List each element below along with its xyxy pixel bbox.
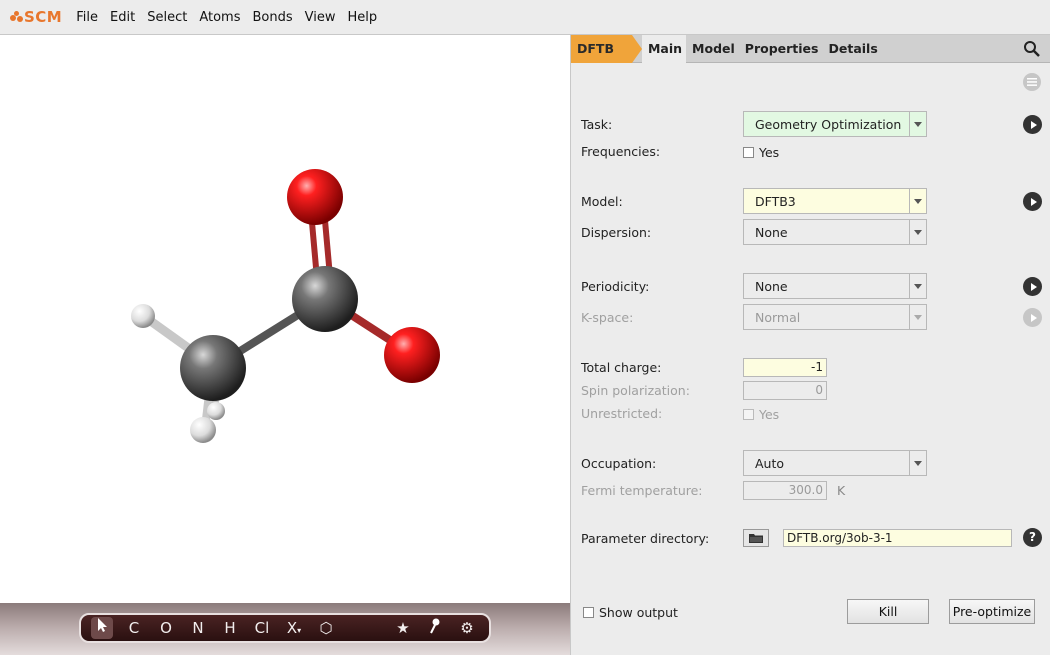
tool-hydrogen[interactable]: H xyxy=(214,619,246,637)
unrestricted-label: Unrestricted: xyxy=(581,406,663,421)
chevron-down-icon xyxy=(909,189,926,213)
occupation-label: Occupation: xyxy=(581,456,657,471)
model-details-arrow-icon[interactable] xyxy=(1023,192,1042,211)
dispersion-select[interactable]: None xyxy=(743,219,927,245)
tab-engine-dftb[interactable]: DFTB xyxy=(571,34,642,63)
atom-toolbar: C O N H Cl X▾ ⬡ ★ ⚙ xyxy=(79,613,491,643)
menu-select[interactable]: Select xyxy=(147,10,187,25)
atom-carbon[interactable] xyxy=(180,335,246,401)
panel-menu-icon[interactable] xyxy=(1023,73,1041,91)
scm-logo: SCM xyxy=(10,8,62,26)
periodicity-label: Periodicity: xyxy=(581,279,650,294)
tab-model[interactable]: Model xyxy=(688,35,739,63)
parameter-directory-label: Parameter directory: xyxy=(581,531,710,546)
fermi-temperature-unit: K xyxy=(837,483,846,498)
atom-oxygen[interactable] xyxy=(287,169,343,225)
chevron-down-icon xyxy=(909,305,926,329)
tool-nitrogen[interactable]: N xyxy=(182,619,214,637)
tool-chlorine[interactable]: Cl xyxy=(246,619,278,637)
settings-panel: DFTB Main Model Properties Details Task:… xyxy=(570,34,1050,655)
menu-atoms[interactable]: Atoms xyxy=(199,10,240,25)
model-label: Model: xyxy=(581,194,623,209)
unrestricted-option: Yes xyxy=(759,407,780,422)
dropdown-small-icon: ▾ xyxy=(297,626,302,635)
frequencies-label: Frequencies: xyxy=(581,144,661,159)
chevron-down-icon xyxy=(909,274,926,298)
tool-other-label: X xyxy=(286,619,298,637)
occupation-select[interactable]: Auto xyxy=(743,450,927,476)
kill-button[interactable]: Kill xyxy=(847,599,929,624)
dispersion-value: None xyxy=(755,224,788,240)
total-charge-label: Total charge: xyxy=(581,360,662,375)
logo-text: SCM xyxy=(24,8,63,26)
menu-help[interactable]: Help xyxy=(347,10,377,25)
periodicity-value: None xyxy=(755,278,788,294)
molecule-viewer[interactable] xyxy=(0,35,570,603)
spin-polarization-input: 0 xyxy=(743,381,827,400)
star-icon[interactable]: ★ xyxy=(387,619,419,637)
atom-hydrogen[interactable] xyxy=(207,402,225,420)
menu-file[interactable]: File xyxy=(76,10,98,25)
logo-dots-icon xyxy=(10,10,24,24)
menu-edit[interactable]: Edit xyxy=(110,10,135,25)
kspace-value: Normal xyxy=(755,309,801,325)
chevron-down-icon xyxy=(909,220,926,244)
tool-other-element[interactable]: X▾ xyxy=(278,619,310,637)
atom-hydrogen[interactable] xyxy=(131,304,155,328)
tab-properties[interactable]: Properties xyxy=(741,35,823,63)
atom-oxygen[interactable] xyxy=(384,327,440,383)
task-label: Task: xyxy=(581,117,613,132)
tab-details[interactable]: Details xyxy=(824,35,881,63)
pointer-icon[interactable] xyxy=(91,617,113,639)
tool-oxygen[interactable]: O xyxy=(150,619,182,637)
hexagon-icon[interactable]: ⬡ xyxy=(310,619,342,637)
periodicity-details-arrow-icon[interactable] xyxy=(1023,277,1042,296)
menu-bonds[interactable]: Bonds xyxy=(252,10,292,25)
gear-icon[interactable]: ⚙ xyxy=(451,619,483,637)
kspace-select: Normal xyxy=(743,304,927,330)
menu-view[interactable]: View xyxy=(305,10,336,25)
tab-main[interactable]: Main xyxy=(641,34,687,63)
spin-polarization-label: Spin polarization: xyxy=(581,383,690,398)
pin-icon[interactable] xyxy=(419,618,451,638)
pre-optimize-button[interactable]: Pre-optimize xyxy=(949,599,1035,624)
kspace-label: K-space: xyxy=(581,310,634,325)
occupation-value: Auto xyxy=(755,455,785,471)
unrestricted-checkbox: Yes xyxy=(743,407,779,422)
model-select[interactable]: DFTB3 xyxy=(743,188,927,214)
atom-carbon[interactable] xyxy=(292,266,358,332)
model-value: DFTB3 xyxy=(755,193,796,209)
folder-icon[interactable] xyxy=(743,529,769,547)
fermi-temperature-input: 300.0 xyxy=(743,481,827,500)
help-icon[interactable]: ? xyxy=(1023,528,1042,547)
tool-carbon[interactable]: C xyxy=(118,619,150,637)
atom-hydrogen[interactable] xyxy=(190,417,216,443)
show-output-label: Show output xyxy=(599,605,678,620)
periodicity-select[interactable]: None xyxy=(743,273,927,299)
chevron-down-icon xyxy=(909,451,926,475)
frequencies-checkbox[interactable]: Yes xyxy=(743,145,779,160)
kspace-details-arrow-icon xyxy=(1023,308,1042,327)
checkbox-box[interactable] xyxy=(583,607,594,618)
chevron-down-icon xyxy=(909,112,926,136)
molecule-canvas[interactable] xyxy=(0,35,570,603)
search-icon[interactable] xyxy=(1023,40,1041,58)
parameter-directory-input[interactable]: DFTB.org/3ob-3-1 xyxy=(783,529,1012,547)
menu-bar: SCM File Edit Select Atoms Bonds View He… xyxy=(0,0,1050,35)
task-details-arrow-icon[interactable] xyxy=(1023,115,1042,134)
total-charge-input[interactable]: -1 xyxy=(743,358,827,377)
dispersion-label: Dispersion: xyxy=(581,225,652,240)
tab-bar: DFTB Main Model Properties Details xyxy=(571,34,1050,63)
checkbox-box[interactable] xyxy=(743,147,754,158)
checkbox-box xyxy=(743,409,754,420)
frequencies-option: Yes xyxy=(759,145,780,160)
fermi-temperature-label: Fermi temperature: xyxy=(581,483,703,498)
task-value: Geometry Optimization xyxy=(755,116,902,132)
show-output-checkbox[interactable]: Show output xyxy=(583,605,678,620)
task-select[interactable]: Geometry Optimization xyxy=(743,111,927,137)
